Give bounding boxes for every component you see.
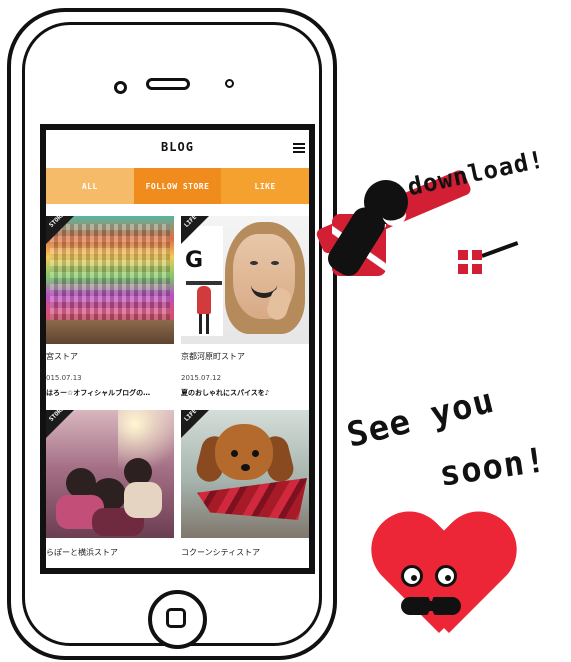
menu-line (293, 147, 305, 149)
weightlifter-figure (197, 286, 211, 314)
card-store-name: らぽーと横浜ストア (46, 548, 118, 557)
card-date: 015.07.13 (46, 374, 82, 382)
blog-card[interactable]: LIFE コクーンシティストア (181, 410, 309, 568)
gift-icon (458, 250, 482, 274)
card-date: 2015.07.12 (181, 374, 222, 382)
pupil-icon (411, 575, 417, 581)
blog-card[interactable]: STORE 宮ストア 015.07.13 はろー☆オフィシャルブログの… (46, 216, 174, 401)
heart-face (385, 563, 481, 623)
card-store-name: コクーンシティストア (181, 548, 261, 557)
weightlifter-bar (186, 281, 222, 285)
life-photo: G LIFE (181, 216, 309, 344)
soon-text: soon! (437, 440, 549, 495)
speaker-icon (146, 78, 190, 90)
card-title: 夏のおしゃれにスパイスを♪ (181, 389, 270, 397)
eye-icon (435, 565, 457, 587)
weightlifter-legs (199, 314, 209, 334)
eye-icon (231, 450, 238, 457)
card-store-name: 宮ストア (46, 352, 78, 361)
eye-icon (271, 261, 279, 265)
home-button-icon[interactable] (148, 590, 207, 649)
shop-floor (46, 320, 174, 344)
tab-follow-store[interactable]: FOLLOW STORE (133, 168, 222, 204)
tab-like[interactable]: LIKE (221, 168, 309, 204)
dog-photo: LIFE (181, 410, 309, 538)
pupil-icon (445, 575, 451, 581)
menu-icon[interactable] (293, 143, 305, 154)
sensor-icon (225, 79, 234, 88)
app-header: BLOG (46, 130, 309, 168)
poster-letter: G (185, 248, 204, 273)
menu-line (293, 151, 305, 153)
blog-card[interactable]: G LIFE 京都河原町ストア 2015.07.12 夏のおしゃれにスパイスを♪ (181, 216, 309, 401)
filter-tabs: ALL FOLLOW STORE LIKE (46, 168, 309, 204)
tab-all[interactable]: ALL (46, 168, 134, 204)
mustache-icon (401, 597, 461, 615)
page-stage: BLOG ALL FOLLOW STORE LIKE STORE 宮ストア 01… (0, 0, 571, 662)
eye-icon (252, 450, 259, 457)
download-illustration: download! (314, 145, 565, 320)
eye-icon (401, 565, 423, 587)
dog-scarf (197, 478, 307, 520)
card-store-name: 京都河原町ストア (181, 352, 245, 361)
download-text: download! (405, 145, 547, 202)
card-title: はろー☆オフィシャルブログの… (46, 389, 151, 397)
app-screen: BLOG ALL FOLLOW STORE LIKE STORE 宮ストア 01… (40, 124, 315, 574)
dog-head (215, 424, 273, 480)
store-photo: STORE (46, 216, 174, 344)
menu-line (293, 143, 305, 145)
page-title: BLOG (161, 140, 194, 154)
gift-stick (481, 241, 519, 258)
eye-icon (250, 261, 258, 265)
event-photo: STORE (46, 410, 174, 538)
nose-icon (241, 464, 250, 471)
blog-card[interactable]: STORE らぽーと横浜ストア (46, 410, 174, 568)
phone-illustration: BLOG ALL FOLLOW STORE LIKE STORE 宮ストア 01… (7, 8, 337, 660)
see-you-soon-illustration: See you soon! (335, 381, 567, 655)
blog-grid: STORE 宮ストア 015.07.13 はろー☆オフィシャルブログの… G L… (46, 204, 309, 568)
see-you-text: See you (343, 380, 499, 456)
person-body (124, 482, 162, 518)
front-camera-icon (114, 81, 127, 94)
home-button-square (166, 608, 186, 628)
